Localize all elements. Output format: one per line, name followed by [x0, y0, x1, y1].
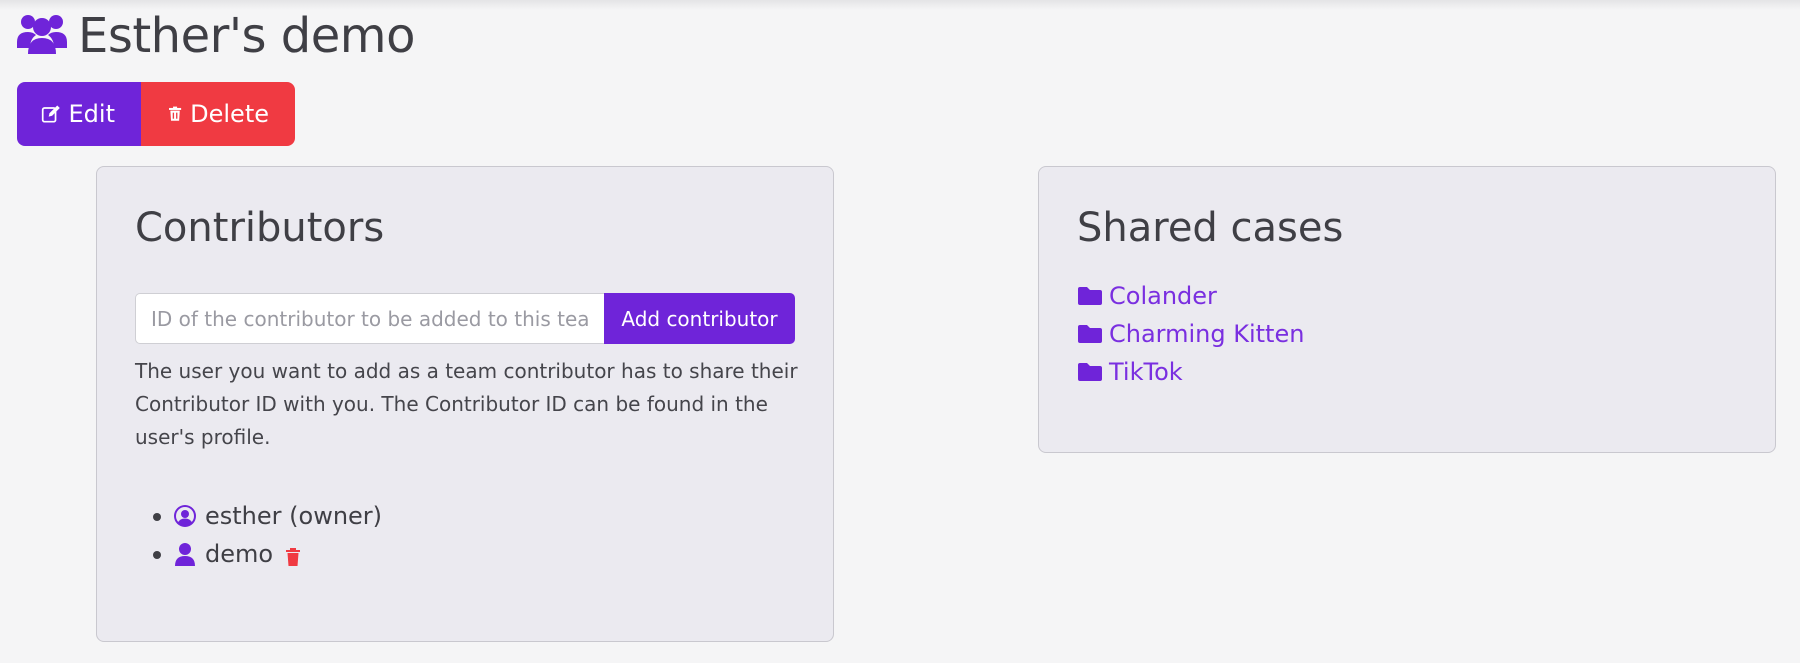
bullet	[153, 513, 161, 521]
case-link-colander[interactable]: Colander	[1109, 282, 1217, 310]
contributor-name: demo	[205, 540, 274, 568]
add-contributor-form: Add contributor	[135, 293, 795, 344]
contributors-heading: Contributors	[135, 205, 385, 251]
page-header: Esther's demo	[16, 8, 415, 64]
edit-button[interactable]: Edit	[17, 82, 141, 146]
folder-icon	[1078, 287, 1102, 305]
edit-icon	[41, 105, 60, 123]
list-item: esther (owner)	[153, 497, 383, 535]
trash-icon	[169, 106, 182, 121]
shared-cases-card: Shared cases Colander Charming Kitten Ti…	[1038, 166, 1776, 453]
remove-contributor-icon[interactable]	[285, 548, 301, 566]
contributor-name: esther (owner)	[205, 502, 383, 530]
folder-icon	[1078, 325, 1102, 343]
list-item: Charming Kitten	[1077, 315, 1304, 353]
users-icon	[16, 10, 68, 62]
page-title: Esther's demo	[78, 8, 415, 64]
delete-button[interactable]: Delete	[141, 82, 295, 146]
case-link-tiktok[interactable]: TikTok	[1109, 358, 1183, 386]
contributor-list: esther (owner) demo	[153, 497, 383, 573]
contributor-id-input[interactable]	[135, 293, 604, 344]
contributor-help-text: The user you want to add as a team contr…	[135, 359, 798, 449]
user-icon	[175, 543, 195, 566]
contributors-card: Contributors Add contributor The user yo…	[96, 166, 834, 642]
folder-icon	[1078, 363, 1102, 381]
add-contributor-button[interactable]: Add contributor	[604, 293, 795, 344]
user-circle-icon	[174, 505, 196, 527]
action-buttons: Edit Delete	[17, 82, 295, 146]
list-item: demo	[153, 535, 382, 573]
shared-cases-list: Colander Charming Kitten TikTok	[1077, 277, 1304, 391]
bullet	[153, 551, 161, 559]
list-item: Colander	[1077, 277, 1304, 315]
edit-label: Edit	[68, 100, 115, 128]
shared-cases-heading: Shared cases	[1077, 205, 1344, 251]
list-item: TikTok	[1077, 353, 1304, 391]
case-link-charming-kitten[interactable]: Charming Kitten	[1109, 320, 1304, 348]
delete-label: Delete	[190, 100, 269, 128]
